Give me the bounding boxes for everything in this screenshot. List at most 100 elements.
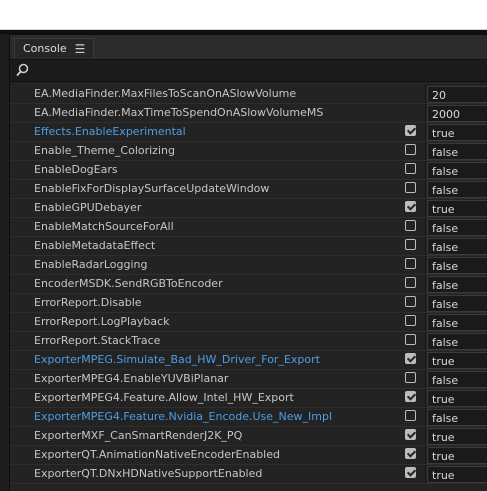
setting-checkbox[interactable] [405,239,416,250]
setting-value-field[interactable]: 2000 [427,105,487,122]
setting-name: ExporterMXF_CanSmartRenderJ2K_PQ [34,429,243,442]
setting-checkbox[interactable] [405,220,416,231]
column-divider [425,161,426,179]
setting-name: ErrorReport.LogPlayback [34,315,170,328]
setting-value-field[interactable]: false [427,238,487,255]
setting-name: ExporterQT.DNxHDNativeSupportEnabled [34,467,263,480]
settings-row[interactable]: EnableMetadataEffect false [10,237,487,256]
top-bar [0,0,487,30]
setting-checkbox[interactable] [405,448,416,459]
settings-row[interactable]: ExporterMPEG.Simulate_Bad_HW_Driver_For_… [10,351,487,370]
setting-value-field[interactable]: true [427,352,487,369]
setting-value-field[interactable]: false [427,371,487,388]
settings-row[interactable]: Effects.EnableExperimental true [10,123,487,142]
setting-checkbox[interactable] [405,315,416,326]
setting-checkbox[interactable] [405,201,416,212]
settings-row[interactable]: ExporterMPEG4.Feature.Nvidia_Encode.Use_… [10,408,487,427]
setting-name: ExporterMPEG4.Feature.Allow_Intel_HW_Exp… [34,391,294,404]
settings-row[interactable]: EnableDogEars false [10,161,487,180]
settings-row[interactable]: ExporterQT.DNxHDNativeSupportEnabled true [10,465,487,484]
setting-value-field[interactable]: false [427,219,487,236]
setting-checkbox[interactable] [405,372,416,383]
setting-checkbox[interactable] [405,410,416,421]
search-icon[interactable] [16,63,29,77]
settings-row[interactable]: EnableGPUDebayer true [10,199,487,218]
setting-value-field[interactable]: false [427,409,487,426]
setting-name: ExporterMPEG4.Feature.Nvidia_Encode.Use_… [34,410,333,423]
settings-row[interactable]: ExporterQT.AnimationNativeEncoderEnabled… [10,446,487,465]
setting-checkbox[interactable] [405,125,416,136]
settings-row[interactable]: ErrorReport.StackTrace false [10,332,487,351]
setting-name: EnableMatchSourceForAll [34,220,174,233]
column-divider [425,294,426,312]
list-top-edge [10,82,487,84]
setting-value-field[interactable]: true [427,124,487,141]
settings-row[interactable]: ExporterMPEG4.Feature.Allow_Intel_HW_Exp… [10,389,487,408]
setting-checkbox[interactable] [405,353,416,364]
column-divider [425,370,426,388]
column-divider [425,389,426,407]
settings-row[interactable]: EnableMatchSourceForAll false [10,218,487,237]
column-divider [425,218,426,236]
settings-list: EA.MediaFinder.MaxFilesToScanOnASlowVolu… [10,85,487,484]
settings-row[interactable]: EnableFixForDisplaySurfaceUpdateWindow fa… [10,180,487,199]
setting-value-field[interactable]: false [427,162,487,179]
settings-row[interactable]: ExporterMXF_CanSmartRenderJ2K_PQ true [10,427,487,446]
setting-value-field[interactable]: true [427,447,487,464]
hamburger-menu-icon[interactable]: ☰ [75,43,86,55]
settings-row[interactable]: ExporterMPEG4.EnableYUVBiPlanar false [10,370,487,389]
setting-value-field[interactable]: false [427,333,487,350]
settings-row[interactable]: EA.MediaFinder.MaxFilesToScanOnASlowVolu… [10,85,487,104]
setting-checkbox[interactable] [405,258,416,269]
settings-row[interactable]: EnableRadarLogging false [10,256,487,275]
setting-value-field[interactable]: true [427,390,487,407]
setting-value-field[interactable]: true [427,428,487,445]
setting-name: ErrorReport.StackTrace [34,334,161,347]
setting-value-field[interactable]: true [427,466,487,483]
setting-name: Enable_Theme_Colorizing [34,144,175,157]
settings-row[interactable]: ErrorReport.LogPlayback false [10,313,487,332]
setting-value-field[interactable]: true [427,200,487,217]
column-divider [425,256,426,274]
settings-row[interactable]: EA.MediaFinder.MaxTimeToSpendOnASlowVolu… [10,104,487,123]
setting-name: EnableMetadataEffect [34,239,156,252]
setting-checkbox[interactable] [405,296,416,307]
column-divider [425,351,426,369]
setting-value-field[interactable]: false [427,143,487,160]
setting-name: ExporterMPEG.Simulate_Bad_HW_Driver_For_… [34,353,320,366]
settings-row[interactable]: EncoderMSDK.SendRGBToEncoder false [10,275,487,294]
setting-checkbox[interactable] [405,182,416,193]
setting-value-field[interactable]: false [427,276,487,293]
column-divider [425,332,426,350]
column-divider [425,446,426,464]
setting-value-field[interactable]: 20 [427,86,487,103]
column-divider [425,180,426,198]
setting-checkbox[interactable] [405,467,416,478]
settings-row[interactable]: ErrorReport.Disable false [10,294,487,313]
setting-value-field[interactable]: false [427,295,487,312]
panel-tab-row: Console ☰ [10,35,487,60]
setting-name: ErrorReport.Disable [34,296,142,309]
tab-console[interactable]: Console ☰ [14,38,95,58]
setting-checkbox[interactable] [405,144,416,155]
settings-row[interactable]: Enable_Theme_Colorizing false [10,142,487,161]
setting-name: ExporterQT.AnimationNativeEncoderEnabled [34,448,280,461]
column-divider [425,237,426,255]
column-divider [425,85,426,103]
column-divider [425,104,426,122]
setting-checkbox[interactable] [405,391,416,402]
setting-value-field[interactable]: false [427,314,487,331]
setting-value-field[interactable]: false [427,181,487,198]
column-divider [425,123,426,141]
setting-checkbox[interactable] [405,429,416,440]
search-bar [10,60,487,82]
setting-checkbox[interactable] [405,277,416,288]
setting-name: EA.MediaFinder.MaxTimeToSpendOnASlowVolu… [34,106,324,119]
setting-name: EA.MediaFinder.MaxFilesToScanOnASlowVolu… [34,87,297,100]
setting-name: EnableGPUDebayer [34,201,142,214]
setting-value-field[interactable]: false [427,257,487,274]
setting-checkbox[interactable] [405,334,416,345]
setting-checkbox[interactable] [405,163,416,174]
search-input[interactable] [34,62,474,80]
column-divider [425,275,426,293]
